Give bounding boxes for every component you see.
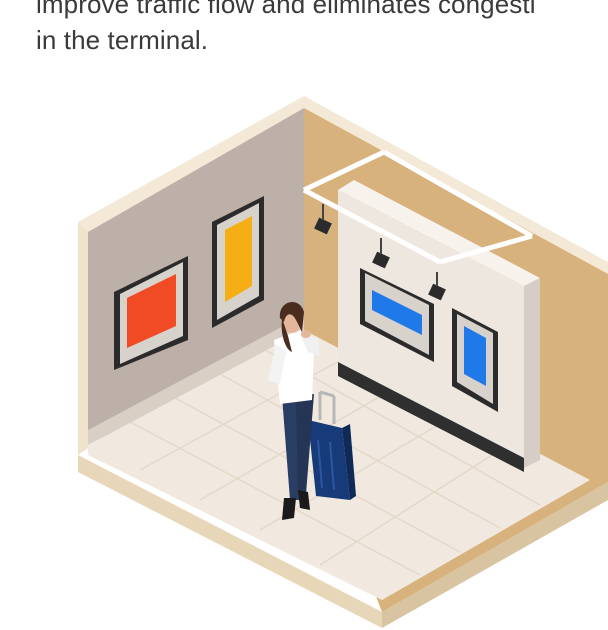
article-line-2: in the terminal.: [36, 25, 209, 55]
partition-side: [524, 278, 540, 468]
article-line-1: improve traffic flow and eliminates cong…: [36, 0, 536, 19]
gallery-illustration: [78, 96, 608, 628]
article-text: improve traffic flow and eliminates cong…: [36, 0, 536, 58]
left-wall-edge: [78, 222, 88, 455]
